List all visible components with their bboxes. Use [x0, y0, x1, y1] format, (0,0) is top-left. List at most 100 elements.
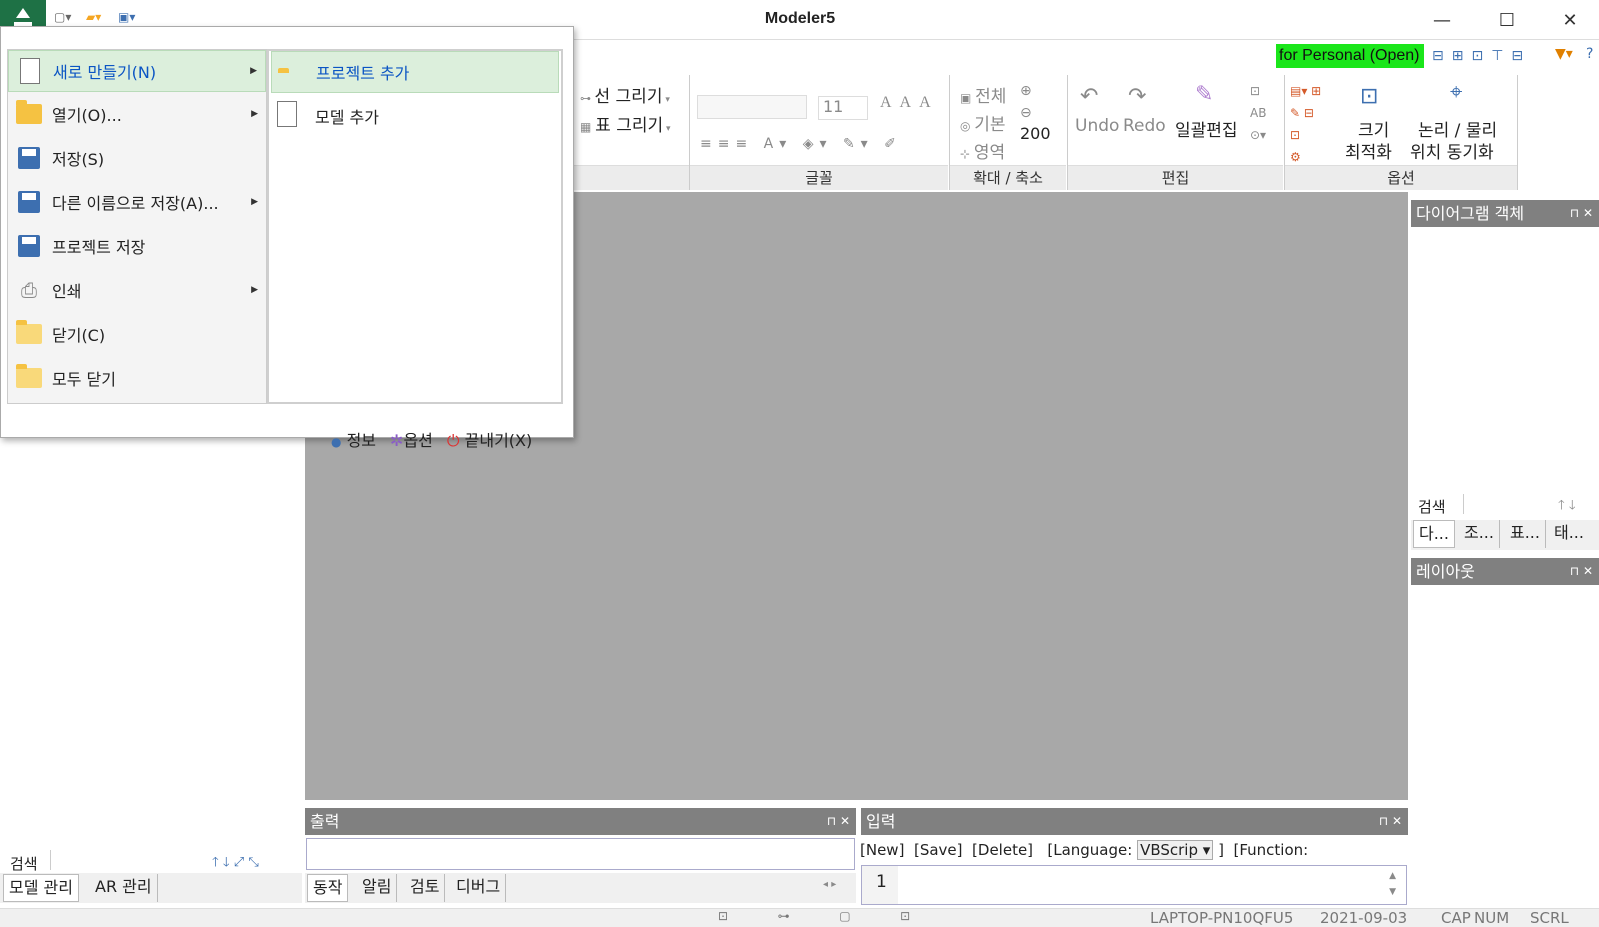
language-select[interactable]: VBScrip ▾	[1137, 840, 1214, 860]
panel-pin-close-icons[interactable]: ⊓ ✕	[1379, 808, 1402, 835]
zoom-value[interactable]: 200	[1020, 124, 1051, 143]
redo-button[interactable]: Redo	[1123, 116, 1166, 136]
code-editor[interactable]: 1 ▲ ▼	[861, 865, 1407, 905]
ribbon-separator	[1067, 75, 1068, 190]
language-label: [Language:	[1047, 841, 1133, 859]
left-nav-icons[interactable]: 🡑 🡓 ⤢ ⤡	[212, 853, 259, 875]
left-tab-ar-management[interactable]: AR 관리	[90, 874, 158, 902]
output-text-area[interactable]	[306, 838, 855, 870]
group-zoom-label: 확대 / 축소	[950, 165, 1066, 190]
menu-footer: ● 정보 ✲옵션 ⏻ 끝내기(X)	[331, 427, 532, 451]
edit-small-icons[interactable]: ⊡ AB ⊙▾	[1250, 80, 1266, 146]
left-search-input[interactable]	[50, 850, 210, 870]
submenu-add-model[interactable]: 모델 추가	[271, 95, 559, 137]
menu-print[interactable]: ⎙ 인쇄 ▶	[8, 269, 266, 311]
line-number: 1	[862, 866, 898, 904]
menu-save-as[interactable]: 다른 이름으로 저장(A)... ▶	[8, 181, 266, 223]
right-tab-2[interactable]: 조...	[1459, 520, 1500, 548]
menu-exit-button[interactable]: ⏻ 끝내기(X)	[447, 427, 532, 451]
ribbon-separator	[689, 75, 690, 190]
save-project-icon	[18, 235, 40, 257]
output-tab-bar: 동작 알림 검토 디버그 ◂ ▸	[305, 873, 856, 903]
output-tab-action[interactable]: 동작	[307, 874, 349, 902]
batch-edit-icon: ✎	[1195, 82, 1214, 107]
maximize-button[interactable]: ☐	[1477, 4, 1537, 36]
group-draw	[574, 165, 689, 190]
input-save-button[interactable]: [Save]	[914, 841, 963, 859]
undo-icon[interactable]: ↶	[1080, 84, 1098, 109]
open-quick-icon[interactable]: ▰▾	[86, 10, 101, 24]
font-name-select[interactable]	[697, 95, 807, 119]
menu-new[interactable]: 새로 만들기(N) ▶	[8, 50, 266, 92]
menu-close[interactable]: 닫기(C)	[8, 313, 266, 355]
draw-line-button[interactable]: ⊶ 선 그리기 ▾	[580, 82, 670, 107]
menu-options-button[interactable]: ✲옵션	[390, 427, 433, 451]
font-style-icons[interactable]: AAA	[880, 94, 939, 112]
batch-edit-button[interactable]: 일괄편집	[1175, 116, 1238, 141]
close-folder-icon	[16, 320, 42, 344]
right-search-input[interactable]	[1463, 494, 1558, 514]
tab-scroll-arrows-icon[interactable]: ◂ ▸	[823, 879, 836, 890]
close-window-button[interactable]: ✕	[1540, 4, 1599, 36]
new-document-icon	[20, 58, 40, 84]
editor-scroll-icon[interactable]: ▲ ▼	[1389, 868, 1396, 900]
right-tab-diagram[interactable]: 다...	[1413, 520, 1455, 548]
input-header: 입력 ⊓ ✕	[861, 808, 1408, 835]
menu-submenu: 프로젝트 추가 모델 추가	[267, 49, 563, 404]
sync-button-line2[interactable]: 위치 동기화	[1410, 138, 1494, 163]
minimize-button[interactable]: —	[1412, 4, 1472, 36]
menu-save-project[interactable]: 프로젝트 저장	[8, 225, 266, 267]
left-search-label: 검색	[10, 855, 38, 873]
panel-pin-close-icons[interactable]: ⊓ ✕	[1570, 558, 1593, 585]
pin-icon[interactable]: ▼▾	[1555, 46, 1573, 62]
zoom-all-button[interactable]: ▣ 전체	[960, 82, 1006, 107]
ribbon-separator	[1517, 75, 1518, 190]
redo-icon[interactable]: ↷	[1128, 84, 1146, 109]
right-tab-4[interactable]: 태...	[1549, 520, 1589, 548]
right-tab-3[interactable]: 표...	[1505, 520, 1546, 548]
size-optimize-button-line2[interactable]: 최적화	[1345, 138, 1392, 163]
add-model-icon	[277, 101, 297, 127]
left-tab-bar: 모델 관리 AR 관리	[0, 873, 302, 903]
status-num: NUM	[1474, 909, 1510, 927]
new-quick-icon[interactable]: ▢▾	[54, 10, 71, 24]
input-new-button[interactable]: [New]	[860, 841, 904, 859]
font-size-select[interactable]: 11	[818, 96, 868, 120]
input-toolbar: [New] [Save] [Delete] [Language: VBScrip…	[860, 840, 1405, 863]
save-quick-icon[interactable]: ▣▾	[118, 10, 135, 24]
undo-button[interactable]: Undo	[1075, 116, 1119, 136]
menu-save[interactable]: 저장(S)	[8, 137, 266, 179]
group-font-label: 글꼴	[690, 165, 948, 190]
zoom-default-button[interactable]: ◎ 기본	[960, 110, 1006, 135]
draw-table-button[interactable]: ▦ 표 그리기 ▾	[580, 111, 671, 136]
panel-pin-close-icons[interactable]: ⊓ ✕	[827, 808, 850, 835]
right-nav-arrows-icon[interactable]: 🡑 🡓	[1558, 496, 1576, 518]
right-tab-bar: 다... 조... 표... 태...	[1411, 520, 1599, 550]
menu-info-button[interactable]: ● 정보	[331, 427, 376, 451]
output-tab-debug[interactable]: 디버그	[451, 874, 507, 902]
open-folder-icon	[16, 100, 42, 124]
submenu-add-project[interactable]: 프로젝트 추가	[271, 51, 559, 93]
zoom-area-button[interactable]: ⊹ 영역	[960, 138, 1005, 163]
output-tab-alert[interactable]: 알림	[357, 874, 398, 902]
gear-icon: ✲	[390, 431, 404, 450]
submenu-arrow-icon: ▶	[251, 197, 258, 207]
zoom-in-out-icons[interactable]: ⊕ ⊖	[1020, 80, 1032, 124]
layout-header: 레이아웃 ⊓ ✕	[1411, 558, 1599, 585]
menu-open[interactable]: 열기(O)... ▶	[8, 93, 266, 135]
left-tab-model-management[interactable]: 모델 관리	[3, 874, 79, 902]
size-optimize-icon: ⊡	[1360, 84, 1379, 109]
panel-pin-close-icons[interactable]: ⊓ ✕	[1570, 200, 1593, 227]
diagram-objects-header: 다이어그램 객체 ⊓ ✕	[1411, 200, 1599, 227]
layout-toolbar-icons[interactable]: ⊟⊞⊡⊤⊟	[1432, 48, 1531, 64]
help-icon[interactable]: ?	[1586, 46, 1593, 62]
output-tab-review[interactable]: 검토	[405, 874, 446, 902]
option-small-icons[interactable]: ▤▾ ⊞ ✎ ⊟ ⊡ ⚙	[1290, 80, 1321, 168]
menu-close-all[interactable]: 모두 닫기	[8, 357, 266, 399]
align-icons[interactable]: ≡≡≡ A▾ ◈▾ ✎▾ ✐	[700, 136, 902, 152]
group-option-label: 옵션	[1285, 165, 1517, 190]
status-icon: ⊡ ⊶ ▢ ⊡	[718, 909, 911, 923]
status-date: 2021-09-03	[1320, 909, 1408, 927]
function-label: [Function:	[1233, 841, 1309, 859]
input-delete-button[interactable]: [Delete]	[972, 841, 1033, 859]
